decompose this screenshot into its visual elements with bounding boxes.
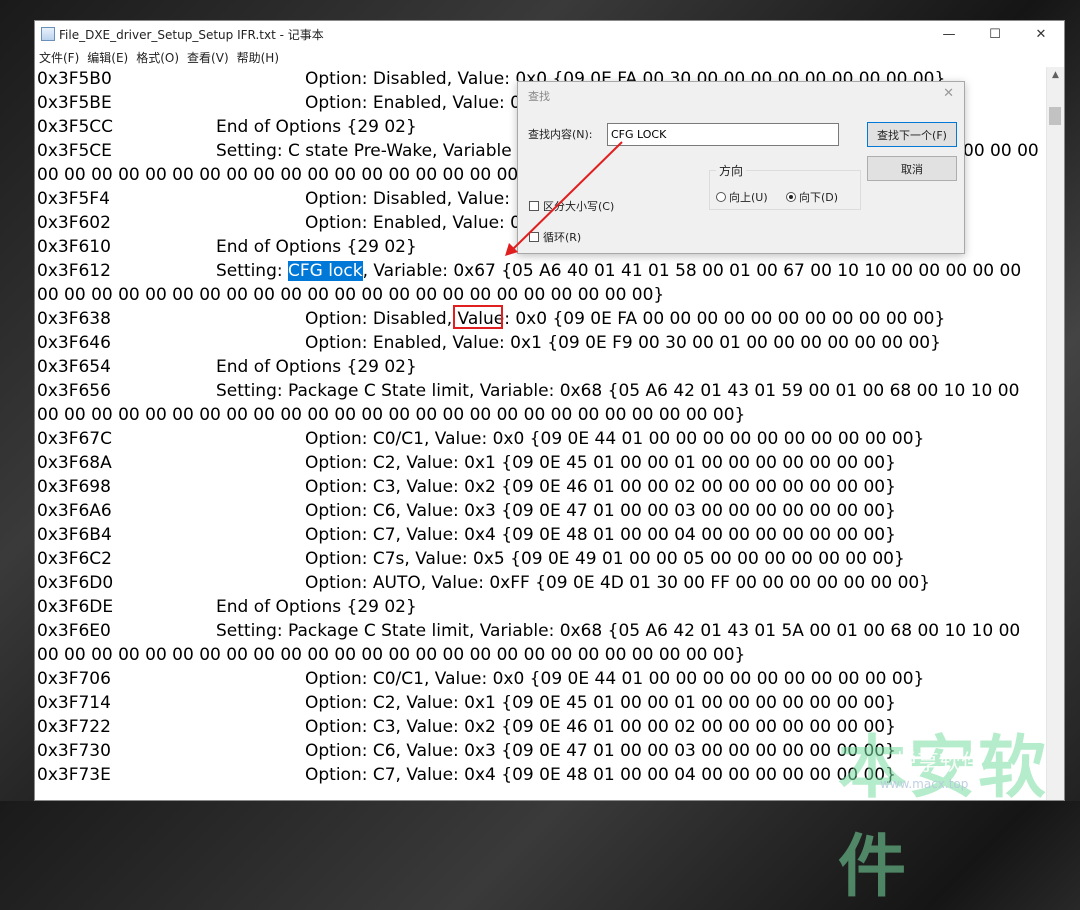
line-address: 0x3F5BE — [37, 93, 112, 113]
line-text: Option: C3, Value: 0x2 {09 0E 46 01 00 0… — [305, 477, 896, 497]
wrap-checkbox[interactable]: 循环(R) — [529, 229, 581, 245]
notepad-app-icon — [41, 27, 55, 41]
line-text: 00 00 00 00 00 00 00 00 00 00 00 00 00 0… — [37, 405, 746, 425]
find-dialog-title: 查找 — [528, 90, 550, 103]
line-text: 00 00 00 00 00 00 00 00 00 00 00 00 00 0… — [37, 285, 665, 305]
line-text: Option: Enabled, Value: 0 — [305, 93, 522, 113]
line-text: End of Options {29 02} — [216, 117, 417, 137]
line-text: End of Options {29 02} — [216, 597, 417, 617]
line-address: 0x3F6C2 — [37, 549, 112, 569]
line-address: 0x3F714 — [37, 693, 111, 713]
line-text: Option: Disabled, Value: 0x0 {09 0E FA 0… — [305, 309, 946, 329]
window-controls: — ☐ ✕ — [926, 21, 1064, 47]
line-address: 0x3F5CC — [37, 117, 114, 137]
line-address: 0x3F698 — [37, 477, 111, 497]
line-address: 0x3F6A6 — [37, 501, 112, 521]
find-next-button[interactable]: 查找下一个(F) — [867, 122, 957, 147]
direction-down-label: 向下(D) — [799, 191, 839, 204]
line-text-cfg-lock: Setting: CFG lock, Variable: 0x67 {05 A6… — [216, 261, 1022, 281]
match-case-checkbox[interactable]: 区分大小写(C) — [529, 198, 614, 214]
line-text: Option: C2, Value: 0x1 {09 0E 45 01 00 0… — [305, 453, 896, 473]
line-address: 0x3F6E0 — [37, 621, 111, 641]
line-text: Setting: C state Pre-Wake, Variable — [216, 141, 512, 161]
watermark-logo: 本安软件 — [838, 729, 1049, 907]
line-address: 0x3F706 — [37, 669, 111, 689]
line-text: End of Options {29 02} — [216, 357, 417, 377]
line-address: 0x3F610 — [37, 237, 111, 257]
wrap-box[interactable] — [529, 232, 539, 242]
menu-bar: 文件(F) 编辑(E) 格式(O) 查看(V) 帮助(H) — [35, 47, 1064, 67]
direction-up-label: 向上(U) — [729, 191, 768, 204]
line-text: Option: C7s, Value: 0x5 {09 0E 49 01 00 … — [305, 549, 905, 569]
watermark-text: 悦享软件 — [895, 751, 984, 776]
cancel-button[interactable]: 取消 — [867, 156, 957, 181]
line-text: Option: C2, Value: 0x1 {09 0E 45 01 00 0… — [305, 693, 896, 713]
direction-up-radio[interactable]: 向上(U) — [716, 189, 768, 205]
line-address: 0x3F646 — [37, 333, 111, 353]
line-address: 0x3F722 — [37, 717, 111, 737]
line-address: 0x3F6DE — [37, 597, 114, 617]
line-text: 00 00 00 00 00 00 00 00 00 00 00 00 00 0… — [37, 645, 746, 665]
line-text: Option: C6, Value: 0x3 {09 0E 47 01 00 0… — [305, 501, 896, 521]
line-text: Option: Enabled, Value: 0 — [305, 213, 522, 233]
radio-down-circle[interactable] — [786, 192, 796, 202]
line-text: Option: C6, Value: 0x3 {09 0E 47 01 00 0… — [305, 741, 896, 761]
menu-format[interactable]: 格式(O) — [132, 49, 183, 66]
line-text: Option: C0/C1, Value: 0x0 {09 0E 44 01 0… — [305, 429, 925, 449]
menu-help[interactable]: 帮助(H) — [233, 49, 283, 66]
find-dialog: 查找 ✕ 查找内容(N): 查找下一个(F) 取消 方向 向上(U) 向下(D)… — [517, 81, 965, 254]
line-address: 0x3F67C — [37, 429, 112, 449]
line-address: 0x3F730 — [37, 741, 111, 761]
line-address: 0x3F5CE — [37, 141, 112, 161]
radio-up-circle[interactable] — [716, 192, 726, 202]
line-text: Option: Disabled, Value: — [305, 189, 510, 209]
line-address: 0x3F656 — [37, 381, 111, 401]
match-case-box[interactable] — [529, 201, 539, 211]
line-address: 0x3F6B4 — [37, 525, 112, 545]
line-address: 0x3F638 — [37, 309, 111, 329]
direction-down-radio[interactable]: 向下(D) — [786, 189, 838, 205]
line-text: Option: C7, Value: 0x4 {09 0E 48 01 00 0… — [305, 525, 896, 545]
find-dialog-close-icon[interactable]: ✕ — [943, 86, 954, 101]
line-text: Option: C3, Value: 0x2 {09 0E 46 01 00 0… — [305, 717, 896, 737]
wrap-label: 循环(R) — [543, 231, 582, 244]
line-text: Setting: Package C State limit, Variable… — [216, 621, 1021, 641]
line-address: 0x3F612 — [37, 261, 111, 281]
maximize-button[interactable]: ☐ — [972, 21, 1018, 47]
annotation-highlight-box — [453, 305, 503, 329]
editor-line-tail: 00 00 00 — [963, 141, 1039, 161]
line-text: Option: AUTO, Value: 0xFF {09 0E 4D 01 3… — [305, 573, 931, 593]
menu-view[interactable]: 查看(V) — [183, 49, 233, 66]
scroll-thumb[interactable] — [1049, 107, 1061, 125]
minimize-button[interactable]: — — [926, 21, 972, 47]
close-button[interactable]: ✕ — [1018, 21, 1064, 47]
line-text: End of Options {29 02} — [216, 237, 417, 257]
line-text: 00 00 00 00 00 00 00 00 00 00 00 00 00 0… — [37, 165, 600, 185]
line-address: 0x3F602 — [37, 213, 111, 233]
line-address: 0x3F5B0 — [37, 69, 112, 89]
selected-text: CFG lock — [288, 261, 363, 281]
line-text: Option: C7, Value: 0x4 {09 0E 48 01 00 0… — [305, 765, 896, 785]
find-what-input[interactable] — [607, 123, 839, 146]
title-bar[interactable]: File_DXE_driver_Setup_Setup IFR.txt - 记事… — [35, 21, 1064, 47]
line-address: 0x3F68A — [37, 453, 112, 473]
direction-label: 方向 — [716, 162, 747, 179]
menu-edit[interactable]: 编辑(E) — [83, 49, 132, 66]
find-what-label: 查找内容(N): — [528, 128, 593, 141]
line-text: Setting: Package C State limit, Variable… — [216, 381, 1020, 401]
scroll-up-arrow-icon[interactable]: ▲ — [1047, 67, 1064, 84]
match-case-label: 区分大小写(C) — [543, 200, 615, 213]
line-address: 0x3F654 — [37, 357, 111, 377]
watermark-url: www.macx.top — [880, 777, 969, 791]
window-title: File_DXE_driver_Setup_Setup IFR.txt - 记事… — [59, 27, 324, 42]
line-address: 0x3F5F4 — [37, 189, 110, 209]
line-text: Option: C0/C1, Value: 0x0 {09 0E 44 01 0… — [305, 669, 925, 689]
line-address: 0x3F6D0 — [37, 573, 114, 593]
vertical-scrollbar[interactable]: ▲ — [1046, 67, 1064, 800]
line-address: 0x3F73E — [37, 765, 111, 785]
line-text: Option: Enabled, Value: 0x1 {09 0E F9 00… — [305, 333, 941, 353]
menu-file[interactable]: 文件(F) — [35, 49, 83, 66]
